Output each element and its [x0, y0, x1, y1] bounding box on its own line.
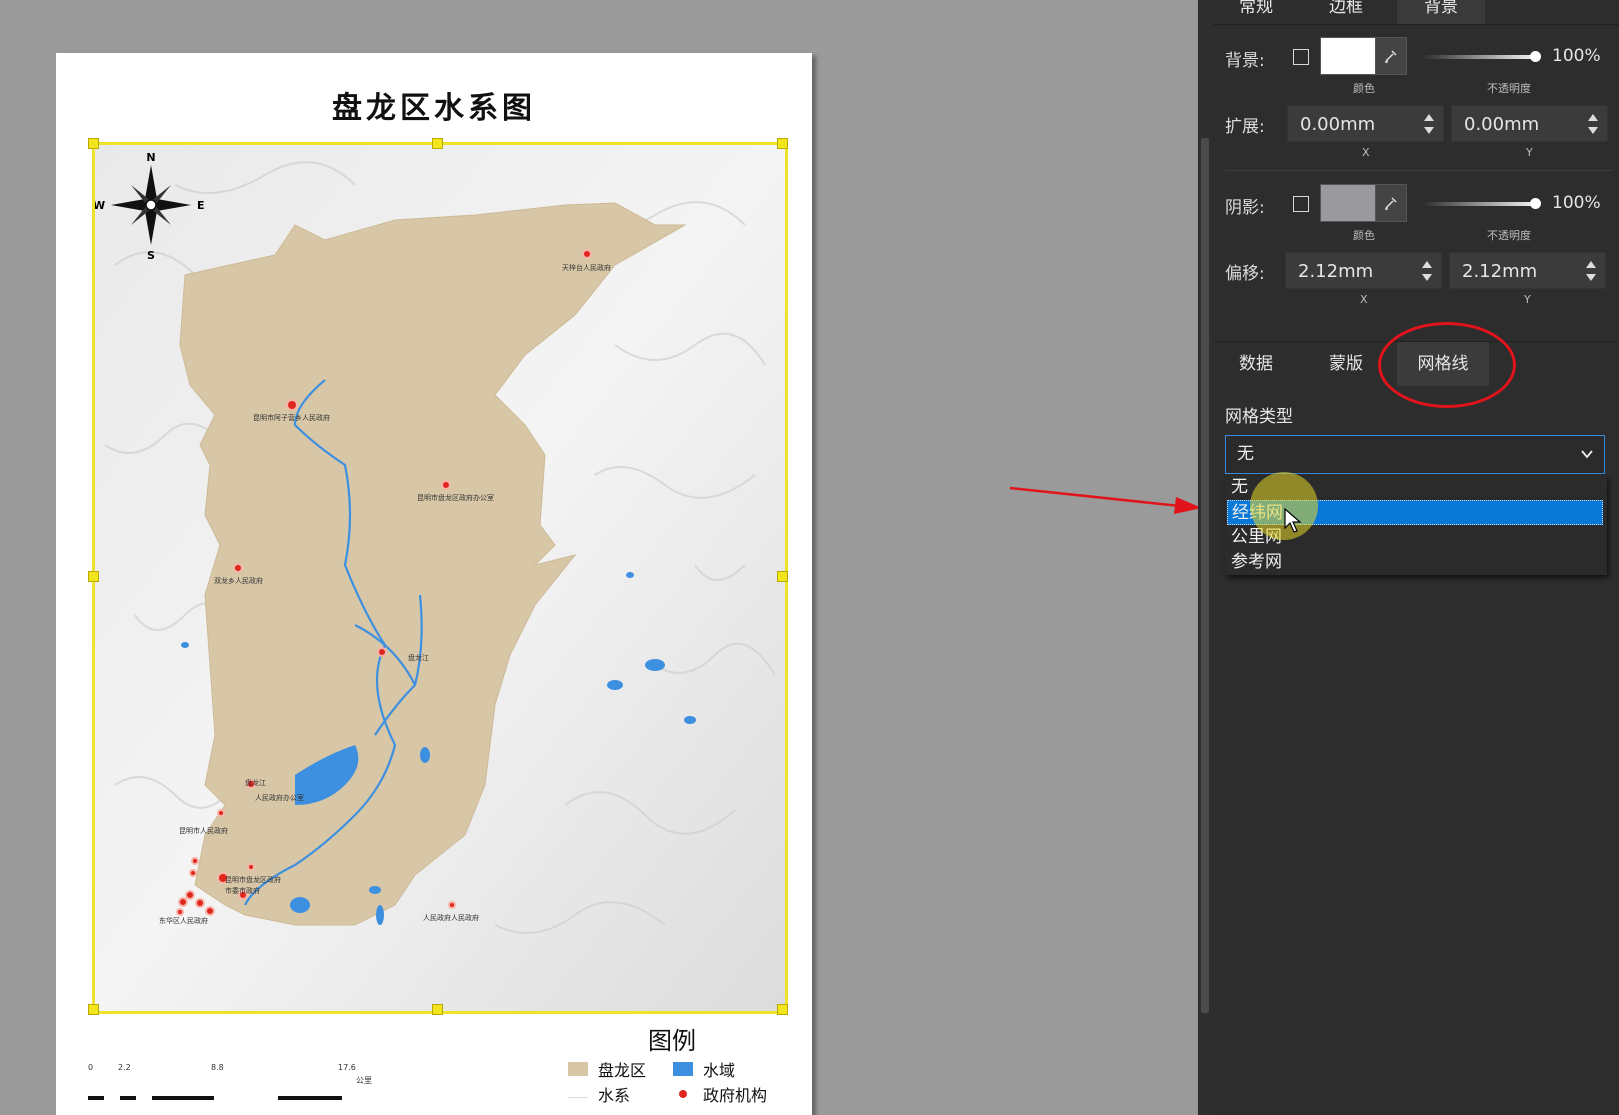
- grid-type-select[interactable]: 无: [1225, 435, 1605, 474]
- svg-text:人民政府办公室: 人民政府办公室: [255, 793, 304, 802]
- spinner-arrows-icon[interactable]: [1421, 259, 1433, 283]
- background-opacity-slider[interactable]: [1423, 55, 1533, 59]
- grid-option-reference[interactable]: 参考网: [1227, 550, 1603, 575]
- svg-text:人民政府人民政府: 人民政府人民政府: [423, 913, 479, 922]
- tab-general[interactable]: 常规: [1217, 0, 1295, 24]
- compass-s: S: [147, 249, 155, 262]
- eyedropper-icon[interactable]: [1375, 37, 1407, 75]
- tab-mask[interactable]: 蒙版: [1305, 342, 1387, 386]
- background-color-swatch[interactable]: [1320, 37, 1376, 75]
- resize-handle-s[interactable]: [432, 1004, 443, 1015]
- tab-border[interactable]: 边框: [1305, 0, 1387, 24]
- shadow-label: 阴影:: [1225, 198, 1265, 218]
- compass-w: W: [95, 199, 105, 212]
- resize-handle-ne[interactable]: [777, 138, 788, 149]
- resize-handle-nw[interactable]: [88, 138, 99, 149]
- svg-text:市委市政府: 市委市政府: [225, 886, 260, 895]
- mouse-cursor-icon: [1284, 508, 1302, 533]
- svg-text:双龙乡人民政府: 双龙乡人民政府: [214, 576, 263, 585]
- resize-handle-se[interactable]: [777, 1004, 788, 1015]
- annotation-circle: [1378, 322, 1516, 408]
- legend-item-river: 水系: [568, 1082, 630, 1106]
- legend-item-district: 盘龙区: [568, 1057, 646, 1081]
- panel-scrollbar-thumb[interactable]: [1201, 138, 1209, 1013]
- resize-handle-n[interactable]: [432, 138, 443, 149]
- legend-item-government: 政府机构: [673, 1082, 767, 1106]
- spinner-arrows-icon[interactable]: [1585, 259, 1597, 283]
- water-swatch: [673, 1062, 693, 1076]
- spinner-arrows-icon[interactable]: [1587, 112, 1599, 136]
- map-graphic: N S E W 天梓台人民政府: [95, 145, 785, 1011]
- compass-e: E: [197, 199, 205, 212]
- government-icon: [673, 1087, 693, 1101]
- offset-y-input[interactable]: 2.12mm: [1449, 252, 1606, 289]
- spinner-arrows-icon[interactable]: [1423, 112, 1435, 136]
- river-swatch: [568, 1090, 588, 1098]
- tab-data[interactable]: 数据: [1217, 342, 1295, 386]
- shadow-checkbox[interactable]: [1293, 196, 1309, 212]
- svg-text:天梓台人民政府: 天梓台人民政府: [562, 263, 611, 272]
- legend-title: 图例: [648, 1027, 696, 1055]
- shadow-color-swatch[interactable]: [1320, 184, 1376, 222]
- background-opacity-value: 100%: [1552, 46, 1601, 66]
- extend-x-input[interactable]: 0.00mm: [1287, 105, 1444, 142]
- offset-x-input[interactable]: 2.12mm: [1285, 252, 1442, 289]
- svg-text:昆明市人民政府: 昆明市人民政府: [179, 826, 228, 835]
- grid-type-label: 网格类型: [1225, 407, 1293, 427]
- resize-handle-w[interactable]: [88, 571, 99, 582]
- svg-text:昆明市阿子营乡人民政府: 昆明市阿子营乡人民政府: [253, 413, 330, 422]
- map-page[interactable]: 盘龙区水系图 N S E 天梓台人民政府 昆明市阿子营乡人民政府 昆明市盘龙区政…: [56, 53, 812, 1115]
- map-title: 盘龙区水系图: [332, 91, 536, 126]
- svg-text:盘龙江: 盘龙江: [408, 653, 429, 662]
- eyedropper-icon[interactable]: [1375, 184, 1407, 222]
- district-swatch: [568, 1062, 588, 1076]
- svg-text:盘龙江: 盘龙江: [245, 778, 266, 787]
- extend-y-input[interactable]: 0.00mm: [1451, 105, 1608, 142]
- chevron-down-icon: [1581, 450, 1593, 459]
- background-checkbox[interactable]: [1293, 49, 1309, 65]
- background-label: 背景:: [1225, 51, 1265, 71]
- legend-item-water: 水域: [673, 1057, 735, 1081]
- shadow-opacity-slider[interactable]: [1423, 202, 1533, 206]
- layout-canvas[interactable]: 盘龙区水系图 N S E 天梓台人民政府 昆明市阿子营乡人民政府 昆明市盘龙区政…: [0, 0, 1198, 1115]
- background-opacity-knob[interactable]: [1530, 51, 1541, 62]
- annotation-arrow: [1010, 486, 1202, 514]
- svg-text:东华区人民政府: 东华区人民政府: [159, 916, 208, 925]
- property-tabs: 常规 边框 背景: [1213, 0, 1619, 25]
- extend-label: 扩展:: [1225, 117, 1265, 137]
- offset-label: 偏移:: [1225, 264, 1265, 284]
- compass-n: N: [146, 151, 155, 164]
- resize-handle-sw[interactable]: [88, 1004, 99, 1015]
- svg-text:昆明市盘龙区政府: 昆明市盘龙区政府: [225, 875, 281, 884]
- map-frame[interactable]: N S E W 天梓台人民政府: [92, 142, 788, 1014]
- scale-bar: 0 2.2 8.8 17.6 公里: [88, 1063, 398, 1103]
- resize-handle-e[interactable]: [777, 571, 788, 582]
- tab-background[interactable]: 背景: [1397, 0, 1485, 24]
- svg-text:昆明市盘龙区政府办公室: 昆明市盘龙区政府办公室: [417, 493, 494, 502]
- shadow-opacity-knob[interactable]: [1530, 198, 1541, 209]
- shadow-opacity-value: 100%: [1552, 193, 1601, 213]
